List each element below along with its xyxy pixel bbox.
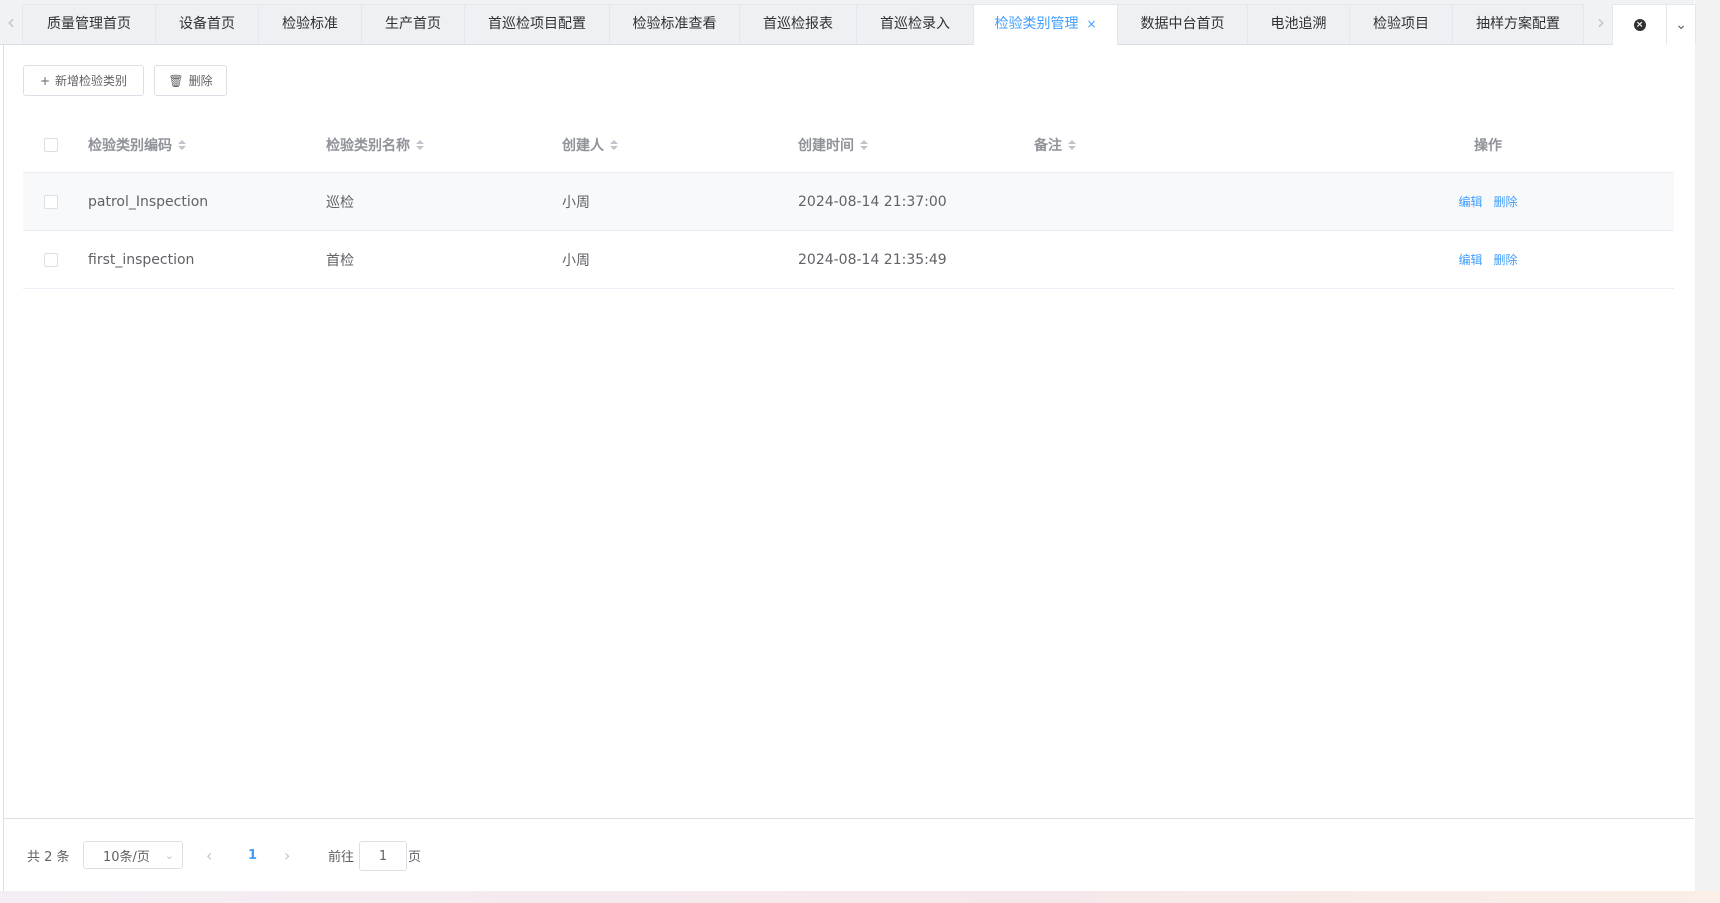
column-header-name[interactable]: 检验类别名称 [326,118,424,172]
table-row[interactable]: patrol_Inspection 巡检 小周 2024-08-14 21:37… [23,173,1674,231]
tab-scroll-right-icon[interactable]: › [1590,0,1612,44]
tab-label: 检验类别管理 [994,16,1079,32]
tab-first-patrol-item-config[interactable]: 首巡检项目配置 [464,4,609,44]
tab-tools: × ⌄ [1612,4,1696,45]
tab-label: 电池追溯 [1270,16,1327,32]
sort-icon[interactable] [860,140,868,150]
add-button-label: 新增检验类别 [55,74,128,88]
goto-label: 前往 [328,849,355,865]
add-inspection-category-button[interactable]: + 新增检验类别 [23,65,144,96]
row-checkbox[interactable] [44,252,58,267]
column-title: 创建时间 [798,138,854,154]
edit-link[interactable]: 编辑 [1458,251,1482,268]
page-unit-label: 页 [408,849,422,865]
close-icon[interactable]: × [1086,17,1096,31]
page-size-select[interactable]: 10条/页 ⌄ [83,841,183,869]
tab-label: 检验标准 [282,16,338,32]
tab-inspection-standard[interactable]: 检验标准 [258,4,361,44]
column-header-ops: 操作 [1323,118,1653,172]
goto-page-input[interactable]: 1 [359,841,407,871]
tab-production-home[interactable]: 生产首页 [361,4,464,44]
inspection-category-table: 检验类别编码 检验类别名称 创建人 创建时间 备注 操作 patrol_Insp… [23,118,1674,289]
delete-link[interactable]: 删除 [1494,251,1518,268]
tab-label: 首巡检报表 [763,16,833,32]
delete-button[interactable]: 🗑 删除 [154,65,227,96]
cell-ops: 编辑 删除 [1323,231,1653,288]
delete-link[interactable]: 删除 [1494,193,1518,210]
tab-inspection-items[interactable]: 检验项目 [1349,4,1452,44]
table-header: 检验类别编码 检验类别名称 创建人 创建时间 备注 操作 [23,118,1674,173]
tab-label: 质量管理首页 [47,16,131,32]
column-title: 检验类别名称 [326,138,410,154]
tab-data-center-home[interactable]: 数据中台首页 [1117,4,1247,44]
cell-created-at: 2024-08-14 21:37:00 [798,193,947,210]
delete-button-label: 删除 [188,74,213,88]
tab-equipment-home[interactable]: 设备首页 [155,4,258,44]
cell-code: first_inspection [88,251,195,268]
cell-creator: 小周 [562,194,590,211]
tab-quality-home[interactable]: 质量管理首页 [22,4,155,44]
tab-first-patrol-entry[interactable]: 首巡检录入 [856,4,973,44]
row-checkbox[interactable] [44,194,58,209]
sort-icon[interactable] [416,140,424,150]
column-header-created-at[interactable]: 创建时间 [798,118,868,172]
next-page-icon[interactable]: › [284,841,290,869]
cell-name: 巡检 [326,194,354,211]
tab-label: 设备首页 [179,16,235,32]
tab-menu-button[interactable]: ⌄ [1666,5,1695,45]
desktop-strip [0,891,1720,903]
column-header-remark[interactable]: 备注 [1034,118,1076,172]
column-title: 操作 [1474,138,1502,154]
window-edge [1695,0,1720,903]
tab-label: 抽样方案配置 [1476,16,1560,32]
close-all-tabs-button[interactable]: × [1613,5,1666,45]
cell-ops: 编辑 删除 [1323,173,1653,230]
trash-icon: 🗑 [168,73,184,88]
chevron-down-icon: ⌄ [1675,17,1688,33]
tab-inspection-category-management[interactable]: 检验类别管理 × [973,4,1117,45]
column-header-creator[interactable]: 创建人 [562,118,618,172]
prev-page-icon[interactable]: ‹ [206,841,212,869]
cell-creator: 小周 [562,252,590,269]
tab-inspection-standard-view[interactable]: 检验标准查看 [609,4,739,44]
tab-scroll-left-icon[interactable]: ‹ [0,0,22,44]
column-header-code[interactable]: 检验类别编码 [88,118,186,172]
sort-icon[interactable] [610,140,618,150]
tab-label: 检验项目 [1373,16,1429,32]
pagination-total: 共 2 条 [27,849,70,865]
row-select-cell [44,231,58,288]
column-title: 创建人 [562,138,604,154]
tab-label: 首巡检项目配置 [488,16,586,32]
tab-label: 检验标准查看 [632,16,717,32]
close-circle-icon: × [1633,19,1646,31]
column-title: 检验类别编码 [88,138,172,154]
chevron-down-icon: ⌄ [164,848,174,862]
row-select-cell [44,173,58,230]
select-all-cell [44,118,58,172]
tab-bar: ‹ 质量管理首页 设备首页 检验标准 生产首页 首巡检项目配置 检验标准查看 首… [0,0,1696,45]
tab-first-patrol-report[interactable]: 首巡检报表 [739,4,856,44]
cell-code: patrol_Inspection [88,193,209,210]
plus-icon: + [39,73,51,88]
sort-icon[interactable] [1068,140,1076,150]
tab-label: 生产首页 [385,16,441,32]
select-all-checkbox[interactable] [44,138,58,152]
page-number-current[interactable]: 1 [248,841,257,869]
cell-created-at: 2024-08-14 21:35:49 [798,251,947,268]
tab-label: 数据中台首页 [1140,16,1225,32]
tab-battery-trace[interactable]: 电池追溯 [1247,4,1349,44]
sort-icon[interactable] [178,140,186,150]
edit-link[interactable]: 编辑 [1458,193,1482,210]
tab-sampling-plan-config[interactable]: 抽样方案配置 [1452,4,1584,44]
tab-label: 首巡检录入 [880,16,950,32]
tab-list: 质量管理首页 设备首页 检验标准 生产首页 首巡检项目配置 检验标准查看 首巡检… [22,4,1584,45]
column-title: 备注 [1034,138,1062,154]
page-size-value: 10条/页 [103,849,150,865]
table-row[interactable]: first_inspection 首检 小周 2024-08-14 21:35:… [23,231,1674,289]
cell-name: 首检 [326,252,354,269]
